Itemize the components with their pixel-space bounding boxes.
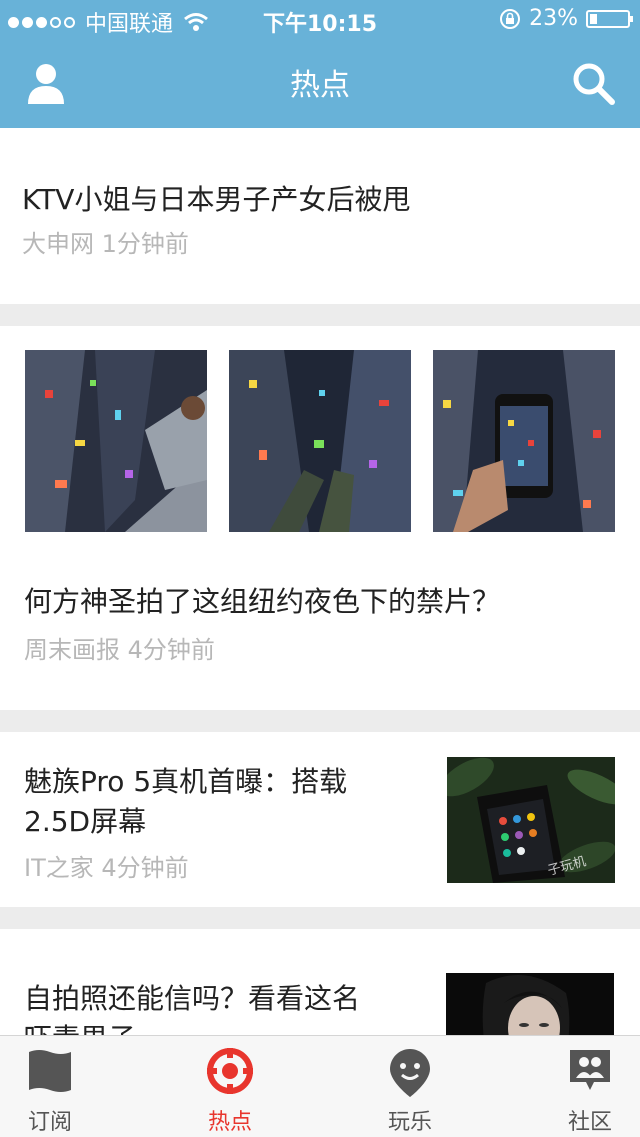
news-card[interactable]: KTV小姐与日本男子产女后被甩 大申网 1分钟前 <box>0 128 640 304</box>
news-title: 何方神圣拍了这组纽约夜色下的禁片？ <box>24 585 501 618</box>
news-source: 周末画报 <box>24 636 120 664</box>
news-title-line: 魅族Pro 5真机首曝：搭载 <box>24 765 348 798</box>
news-title: KTV小姐与日本男子产女后被甩 <box>22 183 411 216</box>
search-icon[interactable] <box>572 62 616 106</box>
page-title: 热点 <box>290 68 350 103</box>
location-face-icon <box>390 1049 430 1097</box>
news-source: IT之家 <box>24 854 94 882</box>
tab-label: 玩乐 <box>387 1110 432 1135</box>
status-bar: 中国联通 下午10:15 23% <box>0 0 640 40</box>
news-source: 大申网 <box>22 230 94 258</box>
news-meta: 大申网 1分钟前 <box>22 224 189 259</box>
news-card[interactable]: 何方神圣拍了这组纽约夜色下的禁片？ 周末画报 4分钟前 <box>0 326 640 710</box>
news-feed[interactable]: KTV小姐与日本男子产女后被甩 大申网 1分钟前 何方神圣拍了这组纽约夜色下的禁… <box>0 128 640 1035</box>
news-time: 4分钟前 <box>101 854 189 882</box>
header: 中国联通 下午10:15 23% 热点 <box>0 0 640 128</box>
tab-play[interactable]: 玩乐 <box>330 1036 490 1137</box>
flag-icon <box>29 1050 71 1092</box>
battery-icon <box>586 9 633 28</box>
news-card[interactable]: 自拍照还能信吗？看看这名 吓素男子 <box>0 929 640 1035</box>
community-icon <box>570 1050 610 1090</box>
rotation-lock-icon <box>500 8 521 29</box>
tab-label: 热点 <box>207 1110 252 1135</box>
tab-label: 订阅 <box>27 1110 72 1135</box>
tab-bar: 订阅 热点 玩乐 社区 <box>0 1035 640 1137</box>
phone-in-leaves-photo[interactable]: 子玩机 <box>447 757 615 883</box>
dangling-legs-photo[interactable] <box>229 350 411 532</box>
battery-percent: 23% <box>529 6 578 31</box>
tab-hot[interactable]: 热点 <box>150 1036 310 1137</box>
status-right: 23% <box>499 6 633 31</box>
news-meta: IT之家 4分钟前 <box>24 848 189 883</box>
news-title: 魅族Pro 5真机首曝：搭载 2.5D屏幕 <box>24 762 347 842</box>
rooftop-sitting-photo[interactable] <box>25 350 207 532</box>
target-icon <box>207 1048 253 1094</box>
woman-portrait-photo[interactable] <box>446 973 614 1035</box>
news-title-line: 2.5D屏幕 <box>24 805 147 838</box>
news-title-line: 吓素男子 <box>24 1019 360 1035</box>
phone-over-city-photo[interactable] <box>433 350 615 532</box>
news-meta: 周末画报 4分钟前 <box>24 630 215 665</box>
news-title: 自拍照还能信吗？看看这名 吓素男子 <box>24 979 360 1035</box>
tab-label: 社区 <box>567 1110 612 1135</box>
tab-subscribe[interactable]: 订阅 <box>0 1036 130 1137</box>
news-time: 4分钟前 <box>127 636 215 664</box>
tab-community[interactable]: 社区 <box>510 1036 640 1137</box>
news-time: 1分钟前 <box>101 230 189 258</box>
news-card[interactable]: 魅族Pro 5真机首曝：搭载 2.5D屏幕 IT之家 4分钟前 子玩机 <box>0 732 640 907</box>
news-title-line: 自拍照还能信吗？看看这名 <box>24 982 361 1015</box>
